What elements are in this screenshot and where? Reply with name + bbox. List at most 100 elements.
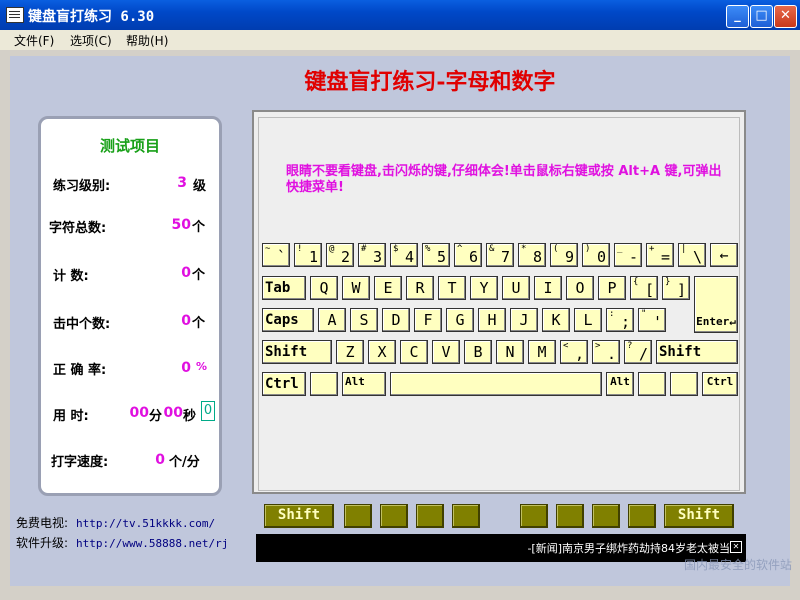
key-label: U [511,279,521,297]
key-right-bracket: }] [662,276,690,300]
key-semicolon: :; [606,308,634,332]
key-s: S [350,308,378,332]
finger-left-shift: Shift [264,504,334,528]
rate-unit: % [196,360,208,373]
key-n: N [496,340,524,364]
minimize-button[interactable]: _ [726,5,749,28]
news-close-icon[interactable]: ✕ [730,541,742,553]
key-label: F [423,311,433,329]
menu-help[interactable]: 帮助(H) [126,32,168,49]
key-sub: $ [393,244,399,254]
key-main: 5 [436,248,446,266]
key-p: P [598,276,626,300]
count-unit: 个 [192,268,206,283]
key-r: R [406,276,434,300]
key-a: A [318,308,346,332]
key-label: Alt [610,375,630,388]
key-label: G [455,311,465,329]
key-sub: + [649,244,655,254]
menu-options[interactable]: 选项(C) [70,32,112,49]
key-b: B [464,340,492,364]
finger-right-index [520,504,548,528]
hit-value: 0 [181,313,191,329]
key-label: Caps [265,312,299,328]
tv-link[interactable]: http://tv.51kkkk.com/ [76,517,215,530]
key-label: Ctrl [265,376,299,392]
instruction-text: 眼睛不要看键盘,击闪烁的键,仔细体会!单击鼠标右键或按 Alt+A 键,可弹出快… [286,164,722,195]
key-sub: * [521,244,527,254]
news-text[interactable]: -[新闻]南京男子绑炸药劫持84岁老太被当 [527,540,730,556]
key-caps: Caps [262,308,314,332]
key-sub: ) [585,244,591,254]
key-slash: ? / [624,340,652,364]
key-e: E [374,276,402,300]
rate-label: 正 确 率: [53,363,107,378]
key-label: ← [719,246,729,264]
key-sub: } [665,277,671,287]
hit-label: 击中个数: [53,317,111,332]
key-sub: _ [617,244,623,254]
key-comma: <, [560,340,588,364]
speed-value: 0 [155,452,165,468]
level-value: 3 [177,175,187,191]
time-seconds: 00 [163,405,183,421]
key-sub: ( [553,244,559,254]
key-label: I [543,279,553,297]
key-label: X [377,343,387,361]
key-main: 3 [372,248,382,266]
menu-file[interactable]: 文件(F) [14,32,54,49]
key-main: 7 [500,248,510,266]
key-label: V [441,343,451,361]
key-8: * 8 [518,243,546,267]
finger-left-index [452,504,480,528]
title-bar: 键盘盲打练习 6.30 _ □ ✕ [0,0,800,30]
key-main: 9 [564,248,574,266]
key-2: @2 [326,243,354,267]
key-menu [670,372,698,396]
key-label: C [409,343,419,361]
key-5: % 5 [422,243,450,267]
maximize-button[interactable]: □ [750,5,773,28]
key-sub: # [361,244,367,254]
key-label: Alt [345,375,365,388]
key-main: = [660,248,670,266]
key-g: G [446,308,474,332]
total-unit: 个 [192,220,206,235]
key-label: Tab [265,280,291,296]
key-t: T [438,276,466,300]
stats-title: 测试项目 [99,137,160,155]
key-c: C [400,340,428,364]
key-label: L [583,311,593,329]
key-label: B [473,343,483,361]
key-k: K [542,308,570,332]
upgrade-link[interactable]: http://www.58888.net/rj [76,537,228,550]
finger-left-pinky [344,504,372,528]
rate-value: 0 [181,360,191,376]
key-main: 1 [308,248,318,266]
key-d: D [382,308,410,332]
key-3: #3 [358,243,386,267]
key-j: J [510,308,538,332]
key-main: ' [652,313,662,331]
upgrade-link-row: 软件升级: http://www.58888.net/rj [16,534,228,551]
key-main: 2 [340,248,350,266]
count-label: 计 数: [53,269,89,284]
key-q: Q [310,276,338,300]
key-f: F [414,308,442,332]
key-sub: ^ [457,244,463,254]
key-sub: : [609,309,615,319]
time-minutes: 00 [129,405,149,421]
news-ticker[interactable]: -[新闻]南京男子绑炸药劫持84岁老太被当 ✕ [256,534,746,562]
key-right-alt: Alt [606,372,634,396]
close-button[interactable]: ✕ [774,5,797,28]
key-label: Ctrl [706,375,734,388]
menu-bar: 文件(F) 选项(C) 帮助(H) [0,30,800,50]
app-icon [6,7,24,23]
count-value: 0 [181,265,191,281]
key-main: \ [692,248,702,266]
tv-label: 免费电视: [16,516,69,530]
key-space [390,372,602,396]
key-main: 4 [404,248,414,266]
stats-panel: 测试项目 练习级别: 3 级 字符总数: 50 个 计 数: 0 个 击中个数:… [38,116,222,496]
key-m: M [528,340,556,364]
